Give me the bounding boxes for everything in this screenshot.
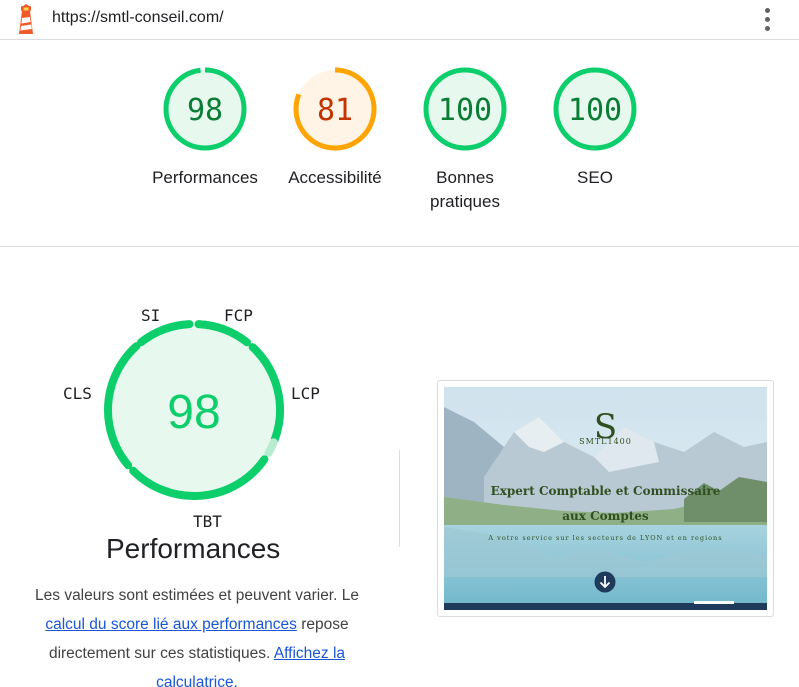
category-label: SEO [577,168,613,187]
gauge-seo[interactable]: 100 SEO [525,64,665,190]
score-gauge-ring: 98 [163,67,247,151]
category-label: Accessibilité [288,168,382,187]
arrow-down-icon [594,571,616,593]
site-title-line2: aux Comptes [562,509,649,523]
category-score: 81 [317,93,353,128]
screenshot-image: S SMTL1400 Expert Comptable et Commissai… [444,387,767,610]
gauge-performance[interactable]: 98 Performances [135,64,275,190]
metric-cls[interactable]: CLS [63,384,92,403]
page-screenshot[interactable]: S SMTL1400 Expert Comptable et Commissai… [437,380,774,617]
category-score: 100 [438,93,492,128]
score-gauge-ring: 100 [423,67,507,151]
description-text-1: Les valeurs sont estimées et peuvent var… [35,587,359,604]
divider [399,450,400,547]
metric-fcp[interactable]: FCP [224,306,253,325]
url-bar: https://smtl-conseil.com/ [0,0,799,40]
performance-heading: Performances [106,533,281,564]
performance-metrics-gauge: 98 [104,320,284,500]
site-title-line1: Expert Comptable et Commissaire [490,484,721,498]
score-gauge-ring: 100 [553,67,637,151]
category-label: Bonnes pratiques [430,168,500,211]
score-calculation-link[interactable]: calcul du score lié aux performances [45,616,297,633]
more-vert-icon[interactable] [758,7,776,33]
metric-lcp[interactable]: LCP [291,384,320,403]
page-url: https://smtl-conseil.com/ [52,9,224,26]
category-gauges: 98 Performances 81 Accessibilité 100 Bonnes… [0,40,799,247]
metric-tbt[interactable]: TBT [193,512,222,531]
score-description: Les valeurs sont estimées et peuvent var… [22,581,372,687]
performance-score: 98 [167,386,220,439]
gauge-best-practices[interactable]: 100 Bonnes pratiques [395,64,535,214]
site-monogram-sub: SMTL1400 [579,437,632,446]
metric-si[interactable]: SI [141,306,160,325]
lighthouse-logo-icon [19,4,33,34]
category-label: Performances [152,168,258,187]
category-score: 100 [568,93,622,128]
category-score: 98 [187,93,223,128]
site-tagline: A votre service sur les secteurs de LYON… [488,534,723,542]
score-gauge-ring: 81 [293,67,377,151]
metric-arc-lcp-partial [264,438,278,457]
gauge-accessibility[interactable]: 81 Accessibilité [265,64,405,190]
